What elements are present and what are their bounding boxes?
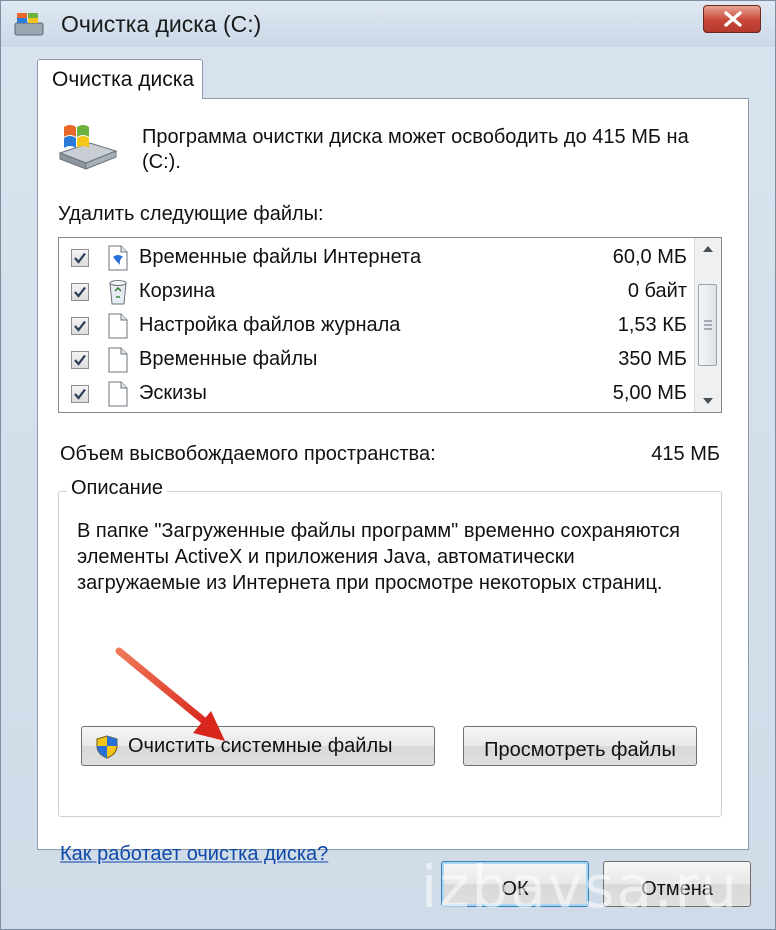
- file-size: 1,53 КБ: [617, 314, 687, 336]
- close-icon: [724, 11, 742, 27]
- file-size: 350 МБ: [618, 348, 687, 370]
- document-icon: [108, 381, 128, 407]
- file-name: Временные файлы Интернета: [139, 246, 422, 268]
- document-icon: [108, 347, 128, 373]
- file-checkbox[interactable]: [71, 249, 89, 267]
- red-annotation-arrow-icon: [115, 647, 225, 741]
- grip-icon: [704, 320, 712, 330]
- list-item[interactable]: Временные файлы Интернета 60,0 МБ: [59, 242, 695, 276]
- how-disk-cleanup-works-link[interactable]: Как работает очистка диска?: [60, 843, 328, 866]
- list-item[interactable]: Эскизы 5,00 МБ: [59, 378, 695, 412]
- watermark: izbavsa.ru: [421, 853, 740, 921]
- file-size: 5,00 МБ: [612, 382, 687, 404]
- files-to-delete-label: Удалить следующие файлы:: [58, 203, 324, 225]
- cleanup-summary-text: Программа очистки диска может освободить…: [142, 126, 689, 173]
- file-checkbox[interactable]: [71, 385, 89, 403]
- internet-files-icon: [108, 245, 128, 271]
- checkmark-icon: [74, 252, 86, 264]
- title-bar[interactable]: Очистка диска (C:): [1, 1, 775, 47]
- list-item[interactable]: Корзина 0 байт: [59, 276, 695, 310]
- file-name: Временные файлы: [139, 348, 318, 370]
- recycle-bin-icon: [109, 280, 127, 305]
- file-checkbox[interactable]: [71, 351, 89, 369]
- file-size: 60,0 МБ: [612, 246, 687, 268]
- description-title: Описание: [67, 477, 168, 500]
- window-title: Очистка диска (C:): [61, 11, 262, 37]
- file-name: Корзина: [139, 280, 216, 302]
- file-size: 0 байт: [627, 280, 687, 302]
- disk-cleanup-window: Очистка диска (C:) Очистка диска Програм…: [0, 0, 776, 930]
- close-button[interactable]: [703, 5, 761, 33]
- list-item[interactable]: Временные файлы 350 МБ: [59, 344, 695, 378]
- scroll-thumb[interactable]: [698, 284, 717, 366]
- tab-disk-cleanup[interactable]: Очистка диска: [37, 59, 203, 99]
- space-freed-label: Объем высвобождаемого пространства:: [60, 443, 436, 465]
- scroll-up-arrow-icon[interactable]: [695, 238, 721, 260]
- list-scrollbar[interactable]: [694, 238, 721, 412]
- document-icon: [108, 313, 128, 339]
- list-item[interactable]: Настройка файлов журнала 1,53 КБ: [59, 310, 695, 344]
- dialog-client-area: Очистка диска Программа очистки диска мо…: [15, 55, 761, 875]
- checkmark-icon: [74, 388, 86, 400]
- view-files-label: Просмотреть файлы: [484, 738, 676, 761]
- disk-cleanup-app-icon: [14, 13, 44, 36]
- space-freed-value: 415 МБ: [651, 443, 720, 465]
- disk-cleanup-icon: [58, 125, 118, 170]
- file-name: Настройка файлов журнала: [139, 314, 401, 336]
- files-list[interactable]: Временные файлы Интернета 60,0 МБ Корзин…: [58, 237, 722, 413]
- file-checkbox[interactable]: [71, 317, 89, 335]
- checkmark-icon: [74, 354, 86, 366]
- view-files-button[interactable]: Просмотреть файлы: [463, 726, 697, 766]
- tab-label: Очистка диска: [52, 68, 195, 91]
- scroll-down-arrow-icon[interactable]: [695, 390, 721, 412]
- checkmark-icon: [74, 286, 86, 298]
- description-text: В папке "Загруженные файлы программ" вре…: [77, 520, 680, 594]
- file-name: Эскизы: [139, 382, 207, 404]
- checkmark-icon: [74, 320, 86, 332]
- file-checkbox[interactable]: [71, 283, 89, 301]
